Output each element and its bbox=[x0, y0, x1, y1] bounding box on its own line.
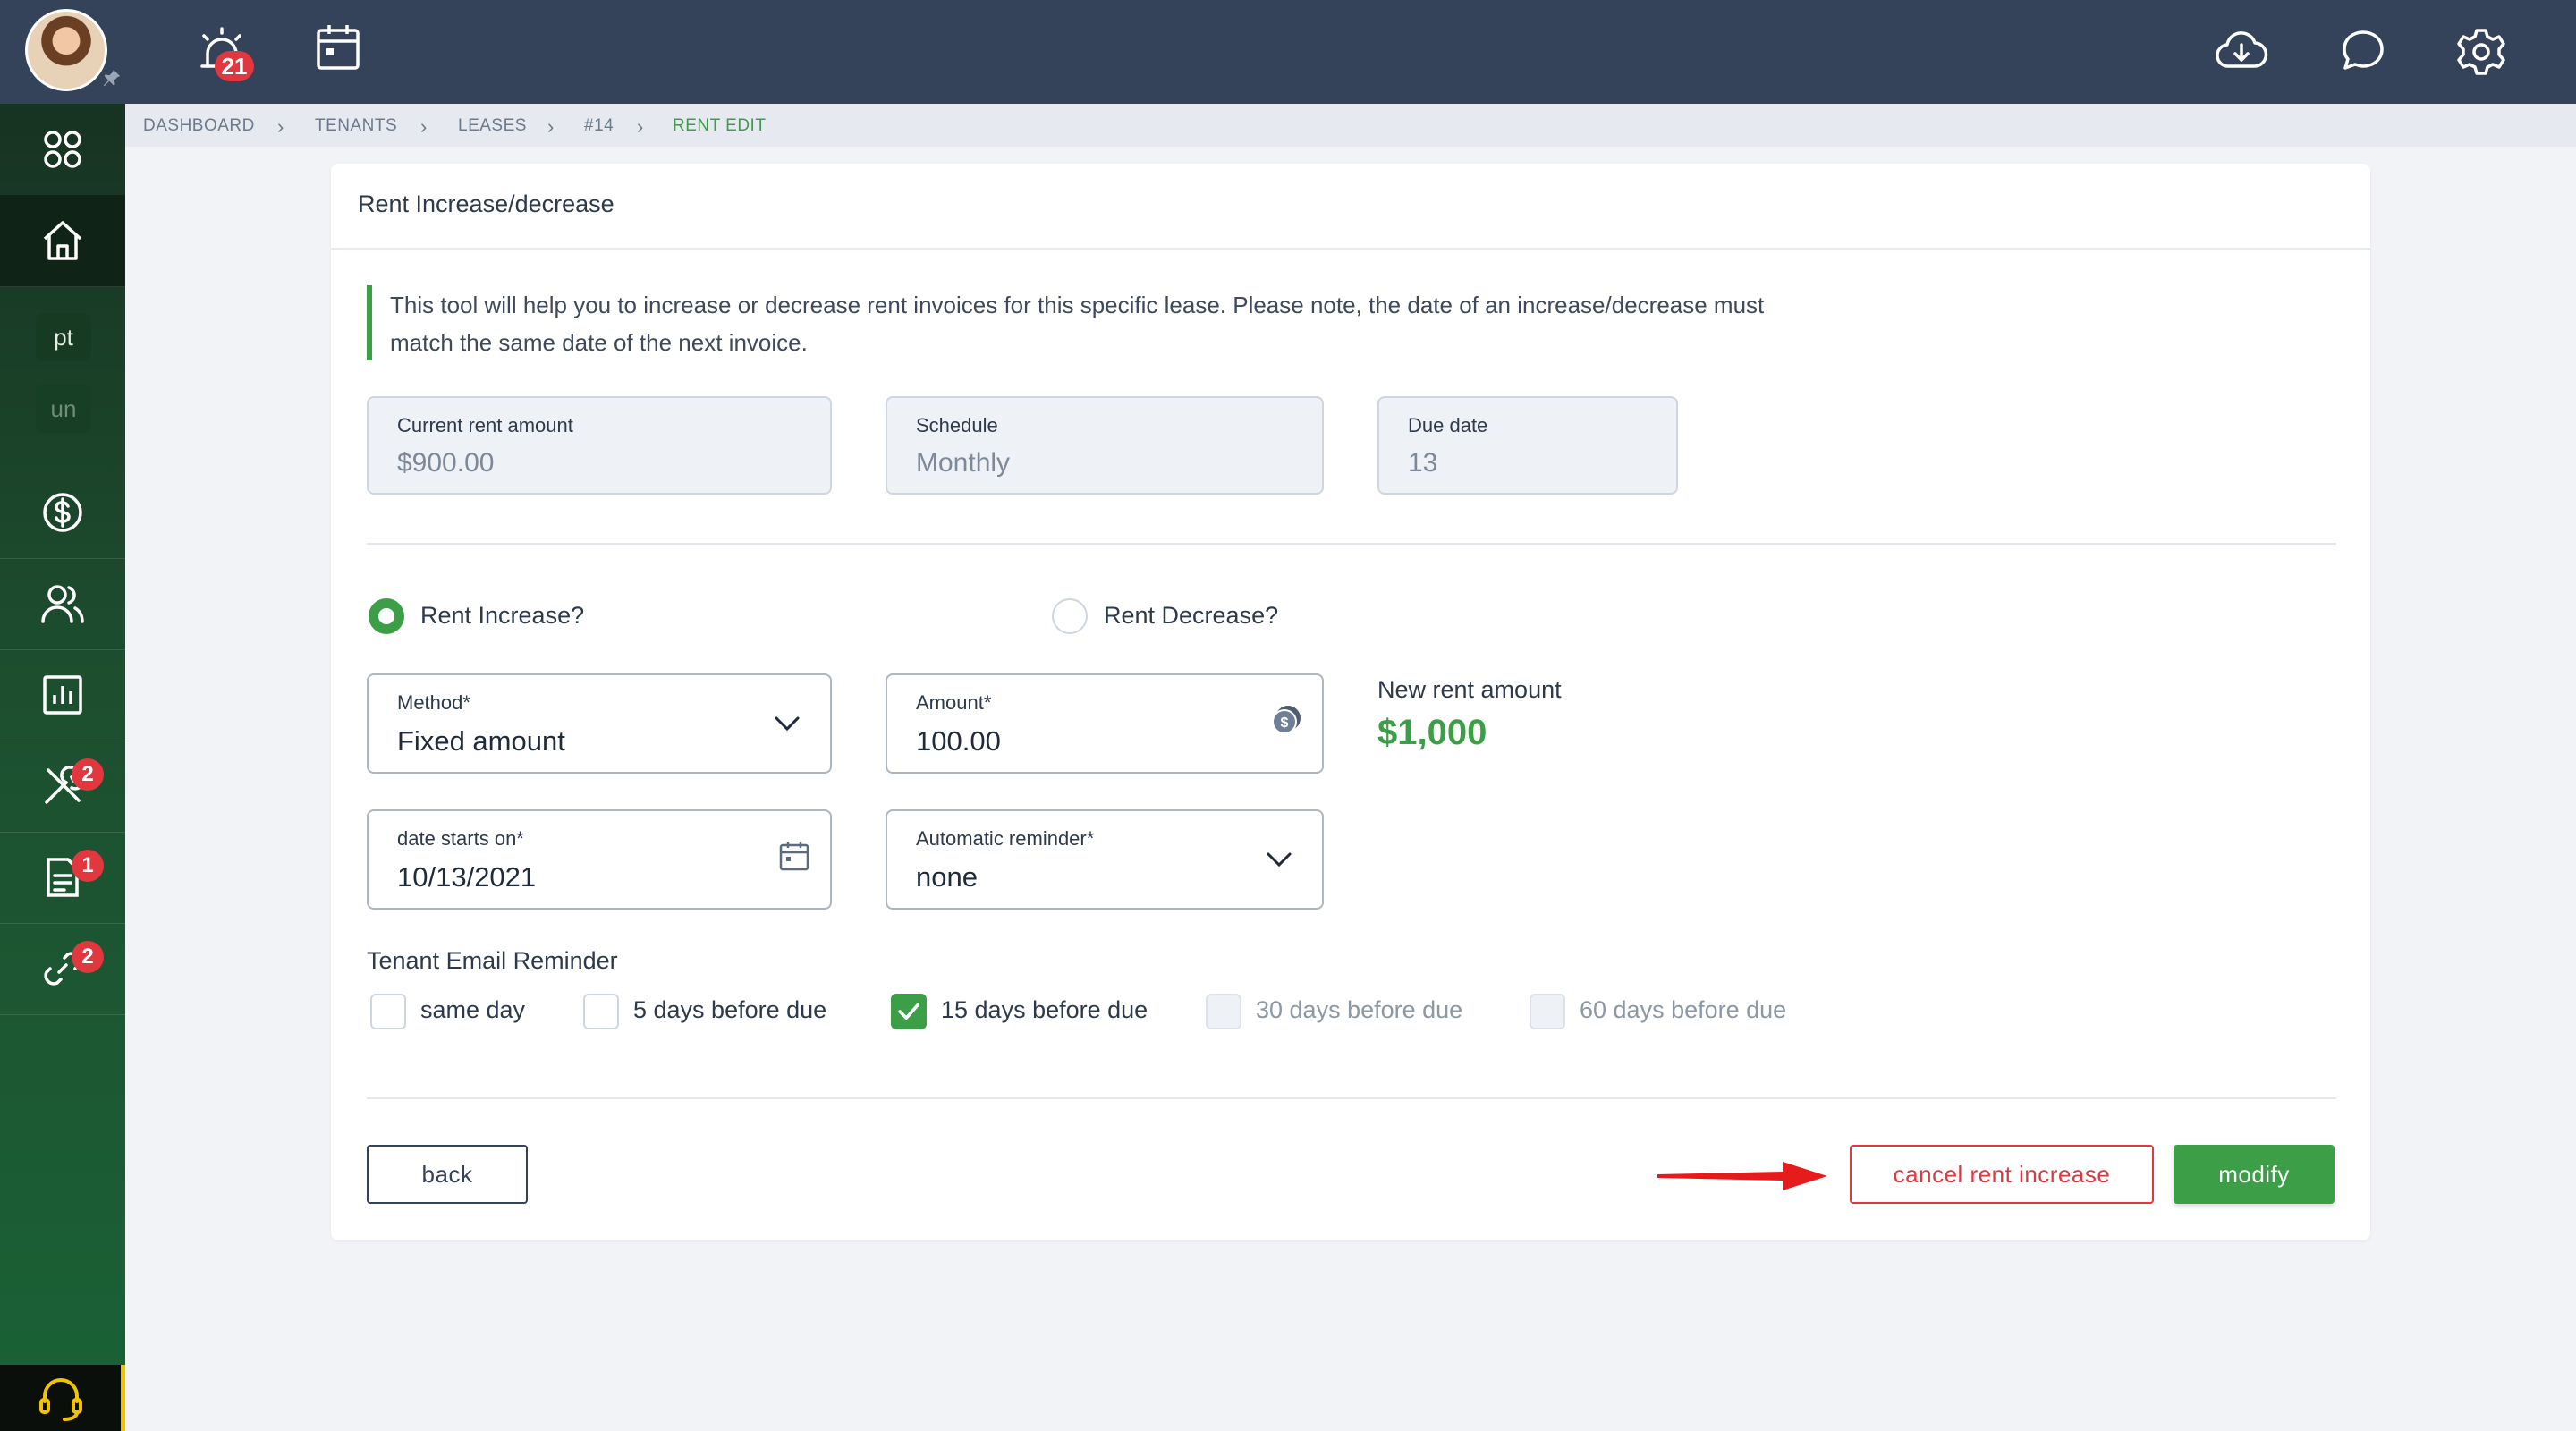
method-label: Method* bbox=[397, 691, 470, 714]
sidebar: pt un 2 1 2 bbox=[0, 104, 125, 1431]
method-select[interactable]: Method* Fixed amount bbox=[367, 673, 832, 774]
reminder-5-days-label[interactable]: 5 days before due bbox=[633, 996, 826, 1024]
svg-text:$: $ bbox=[1281, 716, 1289, 731]
card-title: Rent Increase/decrease bbox=[358, 191, 614, 217]
sidebar-item-apps[interactable] bbox=[0, 104, 125, 196]
cloud-download-icon[interactable] bbox=[2215, 25, 2268, 79]
sidebar-pill-pt[interactable]: pt bbox=[36, 313, 91, 361]
sidebar-item-links[interactable]: 2 bbox=[0, 923, 125, 1015]
tenant-email-reminder-label: Tenant Email Reminder bbox=[367, 947, 618, 974]
method-value: Fixed amount bbox=[397, 725, 565, 757]
reminder-same-day-checkbox[interactable] bbox=[370, 994, 406, 1029]
modify-button[interactable]: modify bbox=[2174, 1145, 2334, 1204]
breadcrumb-dashboard[interactable]: DASHBOARD bbox=[143, 116, 255, 136]
date-starts-input[interactable]: date starts on* 10/13/2021 bbox=[367, 809, 832, 910]
documents-badge: 1 bbox=[72, 850, 104, 882]
sidebar-item-tenants[interactable] bbox=[0, 558, 125, 650]
reminder-5-days-checkbox[interactable] bbox=[583, 994, 619, 1029]
gear-icon[interactable] bbox=[2454, 25, 2508, 79]
amount-value: 100.00 bbox=[916, 725, 1001, 757]
due-date-label: Due date bbox=[1408, 414, 1488, 436]
reminder-30-days-label: 30 days before due bbox=[1256, 996, 1463, 1023]
maintenance-badge: 2 bbox=[72, 758, 104, 791]
notification-count-badge: 21 bbox=[215, 51, 254, 81]
amount-input[interactable]: Amount* 100.00 $ bbox=[886, 673, 1324, 774]
reminder-30-days-checkbox bbox=[1206, 994, 1241, 1029]
schedule-label: Schedule bbox=[916, 414, 998, 436]
breadcrumb-leases[interactable]: LEASES bbox=[458, 116, 527, 136]
pin-icon bbox=[102, 68, 122, 88]
amount-label: Amount* bbox=[916, 691, 992, 714]
breadcrumb-chevron-icon: › bbox=[547, 115, 555, 138]
cancel-rent-increase-button[interactable]: cancel rent increase bbox=[1850, 1145, 2154, 1204]
date-starts-value: 10/13/2021 bbox=[397, 861, 537, 893]
breadcrumb-current: RENT EDIT bbox=[673, 116, 767, 135]
sidebar-item-maintenance[interactable]: 2 bbox=[0, 741, 125, 833]
chevron-down-icon bbox=[769, 706, 805, 741]
sidebar-item-payments[interactable] bbox=[0, 467, 125, 559]
automatic-reminder-label: Automatic reminder* bbox=[916, 827, 1095, 850]
reminder-15-days-checkbox[interactable] bbox=[891, 994, 927, 1029]
schedule-field: Schedule Monthly bbox=[886, 396, 1324, 495]
rent-increase-label[interactable]: Rent Increase? bbox=[420, 602, 584, 630]
date-starts-label: date starts on* bbox=[397, 827, 524, 850]
rent-decrease-radio[interactable] bbox=[1052, 598, 1088, 634]
calendar-icon[interactable] bbox=[776, 838, 812, 874]
section-divider bbox=[367, 543, 2336, 545]
info-accent-bar bbox=[367, 285, 372, 360]
support-button[interactable] bbox=[0, 1365, 125, 1431]
reminder-same-day-label[interactable]: same day bbox=[420, 996, 525, 1024]
breadcrumb-tenants[interactable]: TENANTS bbox=[315, 116, 397, 136]
automatic-reminder-select[interactable]: Automatic reminder* none bbox=[886, 809, 1324, 910]
breadcrumb-chevron-icon: › bbox=[637, 115, 644, 138]
red-arrow-annotation-icon bbox=[1657, 1156, 1827, 1196]
home-icon bbox=[43, 221, 82, 260]
reminder-60-days-checkbox bbox=[1530, 994, 1565, 1029]
due-date-field: Due date 13 bbox=[1377, 396, 1678, 495]
current-rent-value: $900.00 bbox=[397, 448, 495, 478]
coins-icon: $ bbox=[1268, 702, 1304, 738]
rent-decrease-label[interactable]: Rent Decrease? bbox=[1104, 602, 1278, 630]
sidebar-item-home[interactable] bbox=[0, 195, 125, 287]
headset-icon bbox=[38, 1378, 82, 1421]
calendar-icon[interactable] bbox=[311, 21, 365, 75]
back-button[interactable]: back bbox=[367, 1145, 528, 1204]
card-header-divider bbox=[331, 248, 2370, 250]
breadcrumb: DASHBOARD › TENANTS › LEASES › #14 › REN… bbox=[125, 104, 2576, 147]
users-icon bbox=[41, 585, 84, 623]
footer-divider bbox=[367, 1097, 2336, 1099]
rent-increase-radio[interactable] bbox=[369, 598, 404, 634]
report-chart-icon bbox=[43, 675, 82, 715]
apps-grid-icon bbox=[44, 131, 81, 168]
checkmark-icon bbox=[898, 1003, 919, 1020]
reminder-60-days-label: 60 days before due bbox=[1580, 996, 1787, 1023]
current-rent-field: Current rent amount $900.00 bbox=[367, 396, 832, 495]
top-bar: 21 bbox=[0, 0, 2576, 104]
new-rent-label: New rent amount bbox=[1377, 676, 1562, 703]
breadcrumb-chevron-icon: › bbox=[277, 115, 284, 138]
reminder-15-days-label[interactable]: 15 days before due bbox=[941, 996, 1148, 1024]
automatic-reminder-value: none bbox=[916, 861, 978, 893]
dollar-icon bbox=[43, 493, 82, 532]
breadcrumb-chevron-icon: › bbox=[420, 115, 428, 138]
chevron-down-icon bbox=[1261, 842, 1297, 877]
schedule-value: Monthly bbox=[916, 448, 1011, 478]
rent-edit-card: Rent Increase/decrease This tool will he… bbox=[331, 164, 2370, 1240]
due-date-value: 13 bbox=[1408, 448, 1438, 478]
user-avatar[interactable] bbox=[25, 9, 107, 91]
info-text: This tool will help you to increase or d… bbox=[390, 292, 1765, 356]
sidebar-pill-un[interactable]: un bbox=[36, 385, 91, 433]
breadcrumb-lease-id[interactable]: #14 bbox=[584, 116, 614, 136]
sidebar-item-documents[interactable]: 1 bbox=[0, 832, 125, 924]
new-rent-value: $1,000 bbox=[1377, 713, 1487, 752]
current-rent-label: Current rent amount bbox=[397, 414, 573, 436]
links-badge: 2 bbox=[72, 941, 104, 973]
sidebar-item-reports[interactable] bbox=[0, 649, 125, 741]
chat-icon[interactable] bbox=[2336, 25, 2390, 79]
